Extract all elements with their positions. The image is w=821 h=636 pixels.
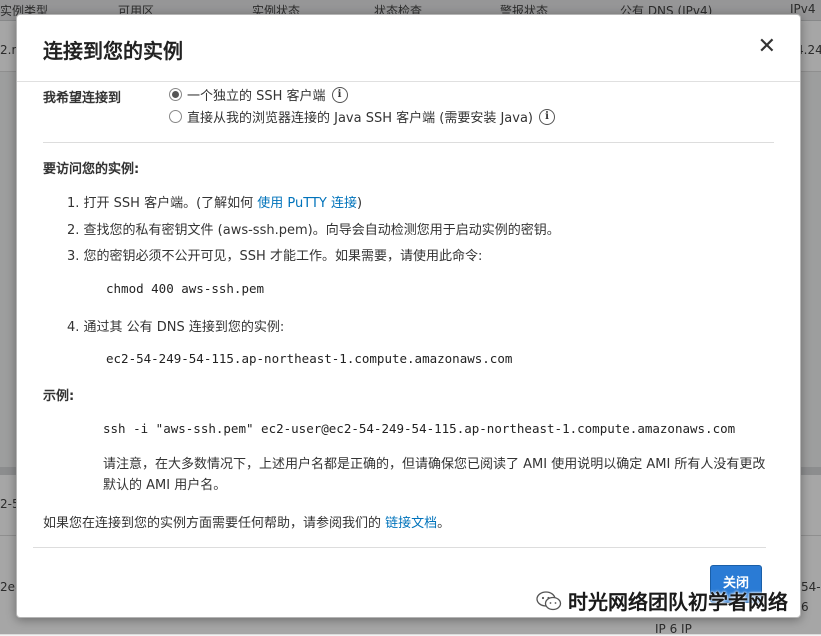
footer-divider	[33, 547, 766, 548]
dialog-header: 连接到您的实例 ✕	[17, 15, 800, 82]
help-suffix: 。	[437, 516, 451, 531]
help-prefix: 如果您在连接到您的实例方面需要任何帮助，请参阅我们的	[43, 516, 386, 531]
divider	[43, 142, 774, 143]
step-4: 4. 通过其 公有 DNS 连接到您的实例:	[67, 320, 285, 335]
docs-link[interactable]: 链接文档	[385, 516, 437, 531]
step-text: )	[357, 196, 363, 211]
ami-username-note: 请注意，在大多数情况下，上述用户名都是正确的，但请确保您已阅读了 AMI 使用说…	[103, 457, 766, 493]
chmod-command: chmod 400 aws-ssh.pem	[106, 281, 265, 296]
option-label[interactable]: 一个独立的 SSH 客户端	[187, 85, 326, 104]
putty-link[interactable]: 使用 PuTTY 连接	[257, 196, 357, 211]
connect-instance-dialog: 连接到您的实例 ✕ 我希望连接到 一个独立的 SSH 客户端 i 直接从我的浏览…	[16, 14, 801, 618]
access-section-title: 要访问您的实例:	[43, 162, 140, 177]
dialog-title: 连接到您的实例	[43, 39, 183, 63]
step-2: 2. 查找您的私有密钥文件 (aws-ssh.pem)。向导会自动检测您用于启动…	[67, 223, 560, 238]
help-text: 如果您在连接到您的实例方面需要任何帮助，请参阅我们的 链接文档。	[43, 512, 450, 531]
info-icon[interactable]: i	[331, 86, 348, 103]
option-java-ssh[interactable]: 直接从我的浏览器连接的 Java SSH 客户端 (需要安装 Java) i	[169, 107, 556, 126]
step-1: 1. 打开 SSH 客户端。(了解如何 使用 PuTTY 连接)	[67, 192, 362, 211]
info-icon[interactable]: i	[539, 108, 556, 125]
radio-button[interactable]	[169, 110, 182, 123]
public-dns: ec2-54-249-54-115.ap-northeast-1.compute…	[106, 351, 513, 366]
example-ssh-command: ssh -i "aws-ssh.pem" ec2-user@ec2-54-249…	[103, 421, 736, 436]
example-section-title: 示例:	[43, 389, 75, 404]
option-standalone-ssh[interactable]: 一个独立的 SSH 客户端 i	[169, 85, 348, 104]
step-text: 1. 打开 SSH 客户端。(了解如何	[67, 196, 258, 211]
step-3: 3. 您的密钥必须不公开可见，SSH 才能工作。如果需要，请使用此命令:	[67, 249, 483, 264]
option-label[interactable]: 直接从我的浏览器连接的 Java SSH 客户端 (需要安装 Java)	[187, 107, 533, 126]
connect-method-label: 我希望连接到	[43, 91, 122, 106]
watermark: 时光网络团队初学者网络	[536, 586, 788, 615]
radio-button[interactable]	[169, 88, 182, 101]
close-icon[interactable]: ✕	[758, 35, 776, 59]
wechat-icon	[536, 590, 562, 611]
watermark-text: 时光网络团队初学者网络	[568, 590, 788, 614]
